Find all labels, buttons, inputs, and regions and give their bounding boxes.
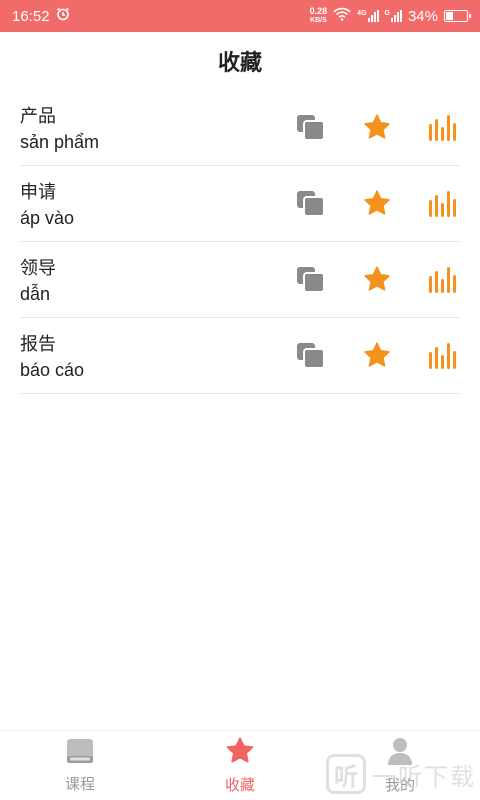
copy-icon[interactable]: [296, 113, 326, 143]
nav-item-favorites[interactable]: 收藏: [160, 731, 320, 800]
page-header: 收藏: [0, 32, 480, 90]
net-speed: 0.28 KB/S: [310, 7, 328, 25]
list-item: 报告 báo cáo: [20, 318, 460, 394]
favorites-list: 产品 sản phẩm 申请 áp vào 领导 dẫn 报告 báo cáo: [0, 90, 480, 394]
nav-label-favorites: 收藏: [224, 776, 255, 794]
watermark-badge: 听: [326, 754, 366, 794]
star-icon[interactable]: [362, 189, 392, 219]
word-chinese: 申请: [20, 182, 56, 202]
item-actions: [296, 189, 460, 219]
item-actions: [296, 341, 460, 371]
audio-bars-icon[interactable]: [428, 189, 458, 219]
star-icon: [225, 736, 255, 770]
list-item: 申请 áp vào: [20, 166, 460, 242]
nav-label-courses: 课程: [64, 775, 95, 793]
watermark: 听 一听下载: [326, 754, 476, 794]
net-speed-unit: KB/S: [310, 17, 327, 24]
signal-g-label: G: [384, 10, 390, 17]
status-time: 16:52: [12, 7, 50, 25]
wifi-icon: [333, 7, 351, 25]
signal-g-icon: G: [385, 10, 402, 22]
word-entry: 申请 áp vào: [20, 178, 74, 229]
item-actions: [296, 265, 460, 295]
star-icon[interactable]: [362, 113, 392, 143]
battery-icon: [444, 10, 471, 22]
star-icon[interactable]: [362, 341, 392, 371]
item-actions: [296, 113, 460, 143]
word-chinese: 报告: [20, 334, 56, 354]
audio-bars-icon[interactable]: [428, 113, 458, 143]
list-item: 产品 sản phẩm: [20, 90, 460, 166]
audio-bars-icon[interactable]: [428, 341, 458, 371]
copy-icon[interactable]: [296, 265, 326, 295]
status-bar: 16:52 0.28 KB/S 4G G 34%: [0, 0, 480, 32]
list-item: 领导 dẫn: [20, 242, 460, 318]
net-speed-value: 0.28: [309, 6, 328, 16]
book-icon: [66, 738, 94, 769]
battery-percent: 34%: [407, 7, 438, 25]
word-vietnamese: áp vào: [20, 208, 75, 228]
copy-icon[interactable]: [296, 341, 326, 371]
status-left: 16:52: [12, 7, 70, 25]
copy-icon[interactable]: [296, 189, 326, 219]
word-entry: 领导 dẫn: [20, 254, 56, 305]
word-vietnamese: báo cáo: [20, 360, 85, 380]
word-vietnamese: sản phẩm: [20, 132, 100, 152]
page-title: 收藏: [217, 50, 262, 75]
word-vietnamese: dẫn: [20, 284, 51, 304]
star-icon[interactable]: [362, 265, 392, 295]
word-chinese: 产品: [20, 106, 56, 126]
word-chinese: 领导: [20, 258, 56, 278]
audio-bars-icon[interactable]: [428, 265, 458, 295]
status-right: 0.28 KB/S 4G G 34%: [310, 7, 471, 25]
word-entry: 产品 sản phẩm: [20, 102, 99, 153]
signal-4g-icon: 4G: [357, 10, 379, 22]
word-entry: 报告 báo cáo: [20, 330, 84, 381]
watermark-text: 一听下载: [372, 763, 476, 791]
alarm-icon: [56, 7, 70, 25]
nav-item-courses[interactable]: 课程: [0, 731, 160, 800]
signal-4g-label: 4G: [357, 10, 367, 17]
